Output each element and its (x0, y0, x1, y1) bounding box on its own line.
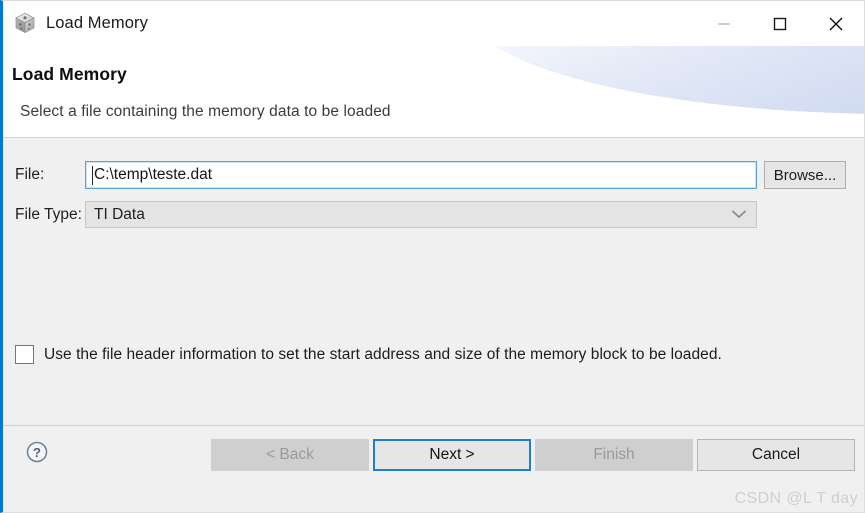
header-info-checkbox[interactable] (15, 345, 34, 364)
file-type-select[interactable]: TI Data (85, 201, 757, 228)
load-memory-dialog: Load Memory Load Memory Select a file co… (0, 0, 865, 513)
wizard-footer: ? < Back Next > Finish Cancel CSDN @L T … (3, 426, 864, 510)
help-icon[interactable]: ? (25, 440, 49, 469)
back-button[interactable]: < Back (211, 439, 369, 471)
window-title: Load Memory (46, 13, 148, 32)
window-controls (696, 1, 864, 46)
close-button[interactable] (808, 1, 864, 46)
wizard-body: File: Browse... File Type: TI Data (3, 138, 864, 426)
window-title-bar: Load Memory (3, 1, 864, 46)
file-input-wrapper (85, 161, 757, 189)
cancel-button[interactable]: Cancel (697, 439, 855, 471)
text-caret (92, 166, 93, 185)
browse-button[interactable]: Browse... (764, 161, 846, 189)
header-info-checkbox-row: Use the file header information to set t… (15, 345, 722, 364)
finish-button[interactable]: Finish (535, 439, 693, 471)
file-type-row: File Type: TI Data (3, 201, 864, 228)
page-title: Load Memory (12, 64, 127, 84)
file-row: File: Browse... (3, 161, 864, 189)
close-icon (826, 14, 846, 34)
file-type-label: File Type: (15, 205, 82, 223)
wizard-button-bar: < Back Next > Finish Cancel (211, 439, 855, 471)
wizard-header: Load Memory Select a file containing the… (3, 46, 864, 138)
next-button[interactable]: Next > (373, 439, 531, 471)
maximize-button[interactable] (752, 1, 808, 46)
file-label: File: (15, 166, 45, 183)
file-input[interactable] (85, 161, 757, 189)
file-type-select-wrapper: TI Data (85, 201, 757, 228)
minimize-icon (715, 15, 733, 33)
header-banner-graphic (464, 46, 864, 114)
svg-text:?: ? (33, 445, 41, 460)
minimize-button[interactable] (696, 1, 752, 46)
watermark: CSDN @L T day (734, 490, 858, 507)
file-type-selected-value: TI Data (94, 205, 145, 223)
page-description: Select a file containing the memory data… (20, 103, 391, 120)
maximize-icon (771, 15, 789, 33)
header-info-checkbox-label[interactable]: Use the file header information to set t… (44, 346, 722, 364)
cube-icon (13, 11, 37, 35)
